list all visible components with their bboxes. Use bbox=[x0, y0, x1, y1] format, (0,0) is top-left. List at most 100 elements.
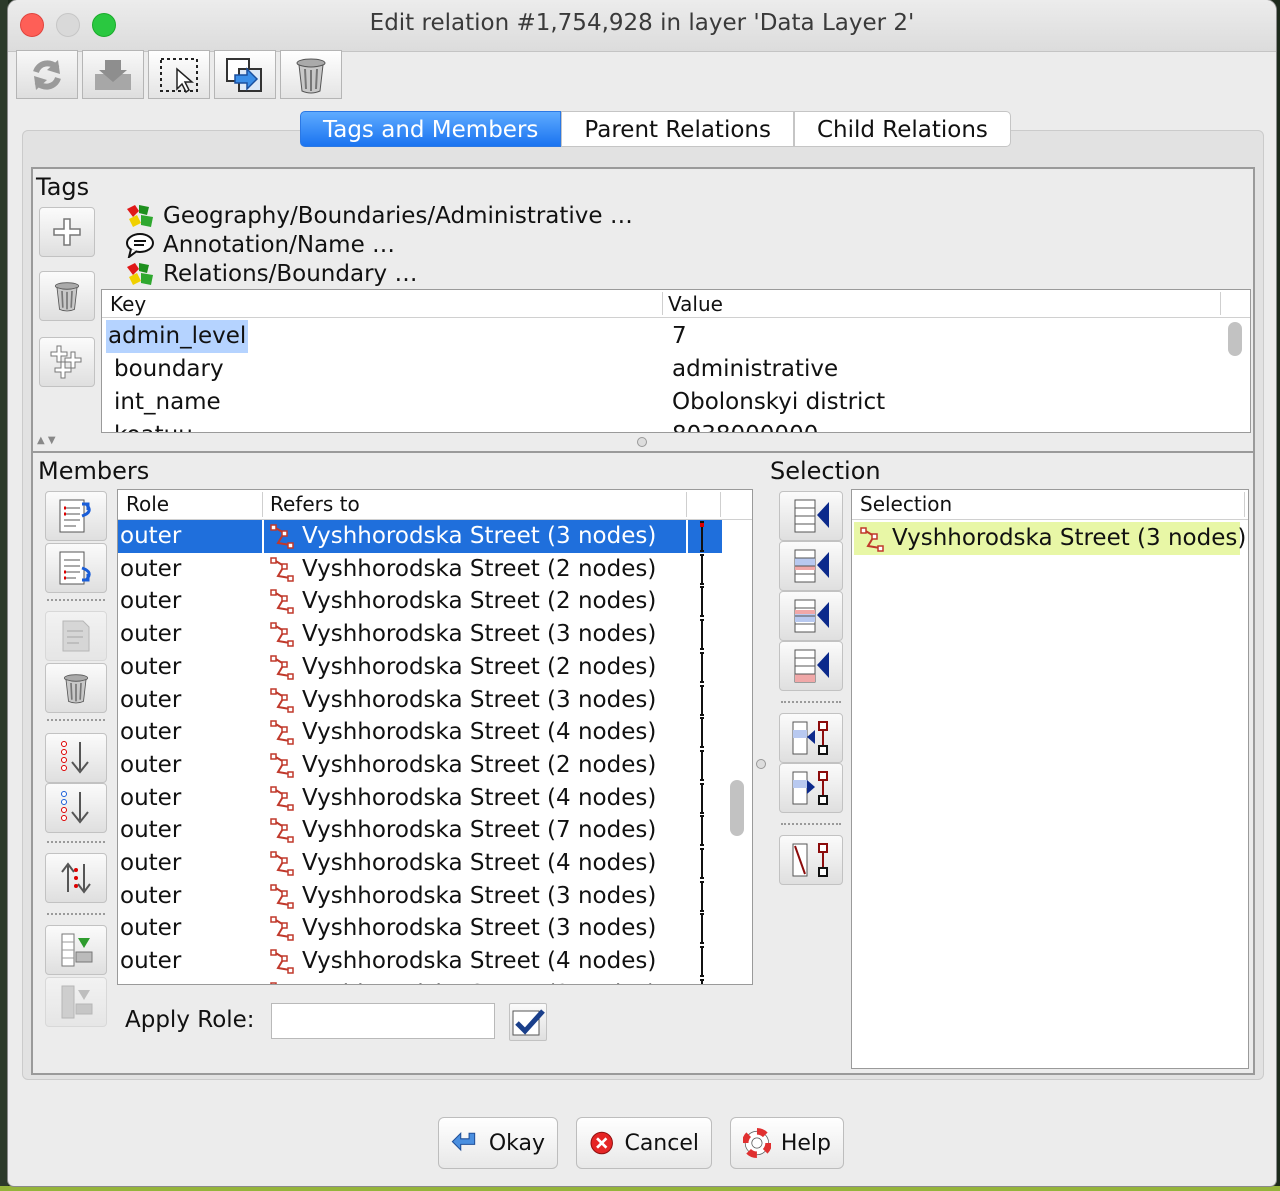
member-refers-to[interactable]: Vyshhorodska Street (4 nodes) bbox=[264, 782, 686, 815]
member-row[interactable]: outer Vyshhorodska Street (4 nodes) bbox=[118, 847, 722, 880]
member-refers-to[interactable]: Vyshhorodska Street (3 nodes) bbox=[264, 684, 686, 717]
select-members-from-selection-button[interactable] bbox=[779, 713, 843, 763]
tag-value[interactable]: 7 bbox=[672, 320, 687, 353]
selection-item[interactable]: Vyshhorodska Street (3 nodes) bbox=[854, 522, 1246, 555]
edit-member-button[interactable] bbox=[45, 611, 107, 661]
reverse-members-button[interactable] bbox=[45, 853, 107, 903]
tag-value[interactable]: administrative bbox=[672, 353, 838, 386]
delete-relation-button[interactable] bbox=[280, 50, 342, 99]
member-role[interactable]: outer bbox=[118, 651, 262, 684]
tag-value[interactable]: Obolonskyi district bbox=[672, 386, 885, 419]
sort-members-button[interactable] bbox=[45, 733, 107, 783]
splitter-handle[interactable] bbox=[637, 437, 647, 447]
preset-link[interactable]: Relations/Boundary … bbox=[125, 261, 417, 287]
member-role[interactable]: outer bbox=[118, 880, 262, 913]
key-column-header[interactable]: Key bbox=[110, 292, 146, 316]
member-row[interactable]: outer Vyshhorodska Street (2 nodes) bbox=[118, 585, 722, 618]
member-row[interactable]: outer Vyshhorodska Street (3 nodes) bbox=[118, 912, 722, 945]
member-role[interactable]: outer bbox=[118, 945, 262, 978]
delete-member-button[interactable] bbox=[45, 663, 107, 713]
duplicate-relation-button[interactable] bbox=[214, 50, 276, 99]
sort-alpha-button[interactable] bbox=[45, 783, 107, 833]
member-role[interactable]: outer bbox=[118, 716, 262, 749]
help-button[interactable]: Help bbox=[730, 1117, 844, 1169]
add-selection-before-button[interactable] bbox=[779, 541, 843, 591]
apply-role-input[interactable] bbox=[271, 1003, 495, 1039]
tag-key[interactable]: koatuu bbox=[114, 419, 193, 432]
download-button[interactable] bbox=[82, 50, 144, 99]
member-row[interactable]: outer Vyshhorodska Street (2 nodes) bbox=[118, 749, 722, 782]
select-primitives-button[interactable] bbox=[779, 763, 843, 813]
members-scrollbar[interactable] bbox=[730, 780, 744, 836]
member-role[interactable]: outer bbox=[118, 814, 262, 847]
member-role[interactable]: outer bbox=[118, 912, 262, 945]
download-incomplete-button[interactable] bbox=[45, 925, 107, 975]
member-row[interactable]: outer Vyshhorodska Street (2 nodes) bbox=[118, 651, 722, 684]
member-refers-to[interactable]: Vyshhorodska Street (3 nodes) bbox=[264, 912, 686, 945]
member-refers-to[interactable]: Vyshhorodska Street (3 nodes) bbox=[264, 520, 686, 553]
splitter-arrows[interactable]: ▲ ▼ bbox=[37, 435, 56, 446]
selection-column-header[interactable]: Selection bbox=[860, 492, 952, 516]
member-refers-to[interactable]: Vyshhorodska Street (4 nodes) bbox=[264, 847, 686, 880]
member-role[interactable]: outer bbox=[118, 618, 262, 651]
members-splitter-handle[interactable] bbox=[756, 759, 766, 769]
preset-link[interactable]: Geography/Boundaries/Administrative … bbox=[125, 203, 633, 229]
member-refers-to[interactable]: Vyshhorodska Street (3 nodes) bbox=[264, 618, 686, 651]
delete-tag-button[interactable] bbox=[39, 271, 95, 321]
member-refers-to[interactable]: Vyshhorodska Street (3 nodes) bbox=[264, 880, 686, 913]
tag-key[interactable]: boundary bbox=[114, 353, 224, 386]
tag-row[interactable]: int_name Obolonskyi district bbox=[102, 386, 1250, 419]
add-selection-at-end-button[interactable] bbox=[779, 641, 843, 691]
member-refers-to[interactable]: Vyshhorodska Street (2 nodes) bbox=[264, 978, 686, 984]
tag-key[interactable]: int_name bbox=[114, 386, 221, 419]
role-column-header[interactable]: Role bbox=[126, 492, 169, 516]
member-refers-to[interactable]: Vyshhorodska Street (7 nodes) bbox=[264, 814, 686, 847]
move-down-button[interactable] bbox=[45, 543, 107, 593]
member-refers-to[interactable]: Vyshhorodska Street (2 nodes) bbox=[264, 585, 686, 618]
tag-row[interactable]: koatuu 8038000000 bbox=[102, 419, 1250, 432]
remove-selected-button[interactable] bbox=[779, 835, 843, 885]
tab-child-relations[interactable]: Child Relations bbox=[793, 111, 1011, 147]
member-role[interactable]: outer bbox=[118, 978, 262, 984]
member-role[interactable]: outer bbox=[118, 847, 262, 880]
member-row[interactable]: outer Vyshhorodska Street (2 nodes) bbox=[118, 978, 722, 984]
add-selection-after-button[interactable] bbox=[779, 591, 843, 641]
add-tag-button[interactable] bbox=[39, 207, 95, 257]
cancel-button[interactable]: Cancel bbox=[576, 1117, 712, 1169]
member-refers-to[interactable]: Vyshhorodska Street (2 nodes) bbox=[264, 749, 686, 782]
tag-value[interactable]: 8038000000 bbox=[672, 419, 818, 432]
member-role[interactable]: outer bbox=[118, 684, 262, 717]
member-role[interactable]: outer bbox=[118, 520, 262, 553]
member-role[interactable]: outer bbox=[118, 553, 262, 586]
tag-row[interactable]: admin_level 7 bbox=[102, 320, 1250, 353]
select-members-button[interactable] bbox=[148, 50, 210, 99]
member-row[interactable]: outer Vyshhorodska Street (4 nodes) bbox=[118, 782, 722, 815]
download-selected-button[interactable] bbox=[45, 977, 107, 1027]
member-row[interactable]: outer Vyshhorodska Street (3 nodes) bbox=[118, 520, 722, 553]
value-column-header[interactable]: Value bbox=[668, 292, 723, 316]
member-row[interactable]: outer Vyshhorodska Street (3 nodes) bbox=[118, 880, 722, 913]
tag-row[interactable]: boundary administrative bbox=[102, 353, 1250, 386]
okay-button[interactable]: Okay bbox=[438, 1117, 558, 1169]
preset-link[interactable]: Annotation/Name … bbox=[125, 232, 395, 258]
tag-key[interactable]: admin_level bbox=[106, 320, 249, 353]
member-row[interactable]: outer Vyshhorodska Street (2 nodes) bbox=[118, 553, 722, 586]
member-row[interactable]: outer Vyshhorodska Street (3 nodes) bbox=[118, 684, 722, 717]
tab-parent-relations[interactable]: Parent Relations bbox=[561, 111, 794, 147]
tab-tags-and-members[interactable]: Tags and Members bbox=[300, 111, 562, 147]
tag-table-scrollbar[interactable] bbox=[1228, 322, 1242, 356]
add-selection-at-start-button[interactable] bbox=[779, 491, 843, 541]
member-row[interactable]: outer Vyshhorodska Street (4 nodes) bbox=[118, 945, 722, 978]
member-row[interactable]: outer Vyshhorodska Street (7 nodes) bbox=[118, 814, 722, 847]
member-refers-to[interactable]: Vyshhorodska Street (2 nodes) bbox=[264, 651, 686, 684]
member-role[interactable]: outer bbox=[118, 585, 262, 618]
member-refers-to[interactable]: Vyshhorodska Street (4 nodes) bbox=[264, 945, 686, 978]
apply-role-button[interactable] bbox=[509, 1003, 547, 1041]
refers-to-column-header[interactable]: Refers to bbox=[270, 492, 360, 516]
member-row[interactable]: outer Vyshhorodska Street (4 nodes) bbox=[118, 716, 722, 749]
member-refers-to[interactable]: Vyshhorodska Street (2 nodes) bbox=[264, 553, 686, 586]
move-up-button[interactable] bbox=[45, 491, 107, 541]
member-row[interactable]: outer Vyshhorodska Street (3 nodes) bbox=[118, 618, 722, 651]
refresh-button[interactable] bbox=[16, 50, 78, 99]
member-role[interactable]: outer bbox=[118, 749, 262, 782]
